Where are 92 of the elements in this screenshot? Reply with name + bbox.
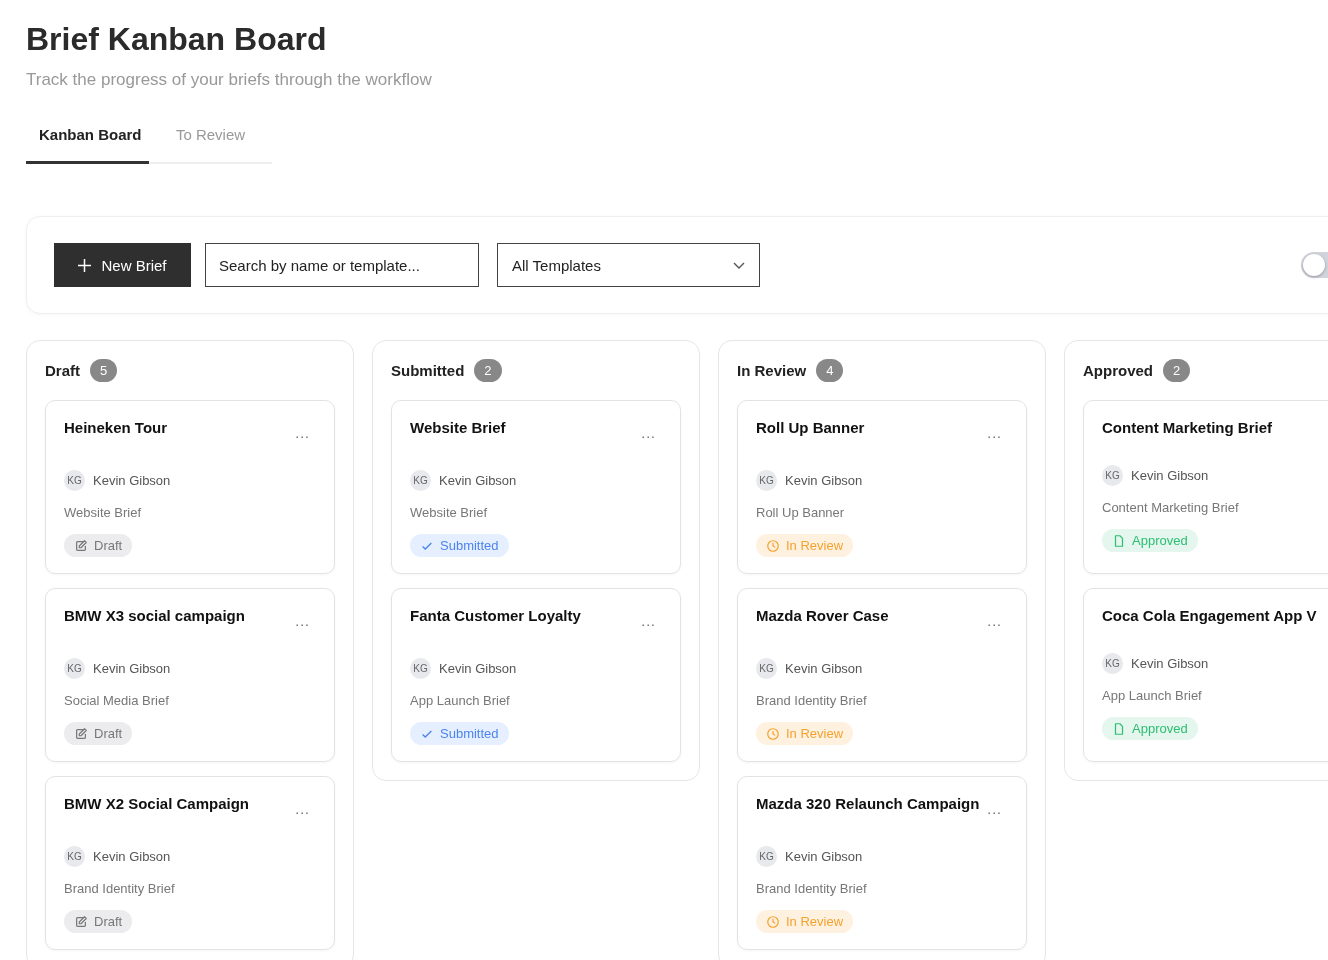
count-badge: 2 [474,359,502,382]
template-name: Brand Identity Brief [756,881,868,896]
status-tag: Submitted [410,722,509,745]
owner-name: Kevin Gibson [1131,468,1209,483]
document-icon [1112,721,1126,736]
card-title: BMW X3 social campaign [64,607,245,624]
more-menu-button[interactable]: ... [295,801,310,817]
avatar-initials: KG [64,658,85,679]
template-name: Website Brief [410,505,489,520]
avatar-initials: KG [756,846,777,867]
plus-icon [78,258,92,272]
avatar-initials: KG [1102,653,1123,674]
status-tag: Draft [64,534,133,557]
more-menu-button[interactable]: ... [987,801,1002,817]
column-title: Draft [45,362,80,379]
card-title: Mazda 320 Relaunch Campaign [756,795,980,812]
owner-name: Kevin Gibson [93,473,171,488]
brief-card[interactable]: BMW X3 social campaign ... KG Kevin Gibson Social Media Brief Draft [45,588,335,762]
clock-icon [766,914,780,929]
status-tag: Submitted [410,534,509,557]
card-title: Coca Cola Engagement App V [1102,607,1317,624]
template-dropdown[interactable]: All Templates [497,243,760,287]
count-badge: 5 [90,359,118,382]
card-title: Mazda Rover Case [756,607,889,624]
brief-card[interactable]: Mazda 320 Relaunch Campaign ... KG Kevin Gibson Brand Identity Brief In Review [737,776,1027,950]
status-tag: Approved [1102,717,1198,740]
status-tag: In Review [756,910,854,933]
column-title: In Review [737,362,807,379]
edit-icon [74,538,88,553]
template-name: Social Media Brief [64,693,170,708]
owner-name: Kevin Gibson [1131,656,1209,671]
new-brief-button[interactable]: New Brief [54,243,191,287]
avatar-initials: KG [1102,465,1123,486]
brief-card[interactable]: Coca Cola Engagement App V KG Kevin Gibson App Launch Brief Approved [1083,588,1328,762]
count-badge: 4 [816,359,844,382]
clock-icon [766,726,780,741]
status-tag: In Review [756,722,854,745]
brief-card[interactable]: Website Brief ... KG Kevin Gibson Website Brief Submitted [391,400,681,574]
brief-card[interactable]: Roll Up Banner ... KG Kevin Gibson Roll Up Banner In Review [737,400,1027,574]
brief-card[interactable]: BMW X2 Social Campaign ... KG Kevin Gibson Brand Identity Brief Draft [45,776,335,950]
page-title: Brief Kanban Board [26,20,328,58]
status-tag: In Review [756,534,854,557]
brief-card[interactable]: Content Marketing Brief KG Kevin Gibson Content Marketing Brief Approved [1083,400,1328,574]
document-icon [1112,533,1126,548]
avatar-initials: KG [756,470,777,491]
owner-name: Kevin Gibson [785,849,863,864]
template-name: App Launch Brief [1102,688,1203,703]
page-subtitle: Track the progress of your briefs through the workflow [26,70,433,90]
template-name: Roll Up Banner [756,505,846,520]
status-tag: Approved [1102,529,1198,552]
clock-icon [766,538,780,553]
owner-name: Kevin Gibson [439,661,517,676]
card-title: Fanta Customer Loyalty [410,607,581,624]
more-menu-button[interactable]: ... [641,425,656,441]
more-menu-button[interactable]: ... [641,613,656,629]
template-name: Brand Identity Brief [64,881,176,896]
chevron-down-icon [733,261,745,269]
owner-name: Kevin Gibson [93,661,171,676]
status-tag: Draft [64,722,133,745]
avatar-initials: KG [756,658,777,679]
card-title: Content Marketing Brief [1102,419,1272,436]
owner-name: Kevin Gibson [439,473,517,488]
owner-name: Kevin Gibson [93,849,171,864]
card-title: Roll Up Banner [756,419,865,436]
card-title: Website Brief [410,419,506,436]
card-title: BMW X2 Social Campaign [64,795,250,812]
template-name: Content Marketing Brief [1102,500,1240,515]
brief-card[interactable]: Mazda Rover Case ... KG Kevin Gibson Brand Identity Brief In Review [737,588,1027,762]
avatar-initials: KG [64,846,85,867]
owner-name: Kevin Gibson [785,473,863,488]
card-title: Heineken Tour [64,419,168,436]
tab[interactable]: Kanban Board [26,114,149,164]
avatar-initials: KG [410,470,431,491]
status-tag: Draft [64,910,133,933]
brief-card[interactable]: Fanta Customer Loyalty ... KG Kevin Gibson App Launch Brief Submitted [391,588,681,762]
column-title: Approved [1083,362,1153,379]
search-field[interactable]: Search by name or template... [205,243,479,287]
template-name: App Launch Brief [410,693,511,708]
template-name: Website Brief [64,505,143,520]
count-badge: 2 [1163,359,1191,382]
avatar-initials: KG [64,470,85,491]
brief-card[interactable]: Heineken Tour ... KG Kevin Gibson Website Brief Draft [45,400,335,574]
more-menu-button[interactable]: ... [987,613,1002,629]
avatar-initials: KG [410,658,431,679]
more-menu-button[interactable]: ... [295,613,310,629]
owner-name: Kevin Gibson [785,661,863,676]
more-menu-button[interactable]: ... [987,425,1002,441]
edit-icon [74,914,88,929]
more-menu-button[interactable]: ... [295,425,310,441]
column-title: Submitted [391,362,465,379]
edit-icon [74,726,88,741]
template-name: Brand Identity Brief [756,693,868,708]
